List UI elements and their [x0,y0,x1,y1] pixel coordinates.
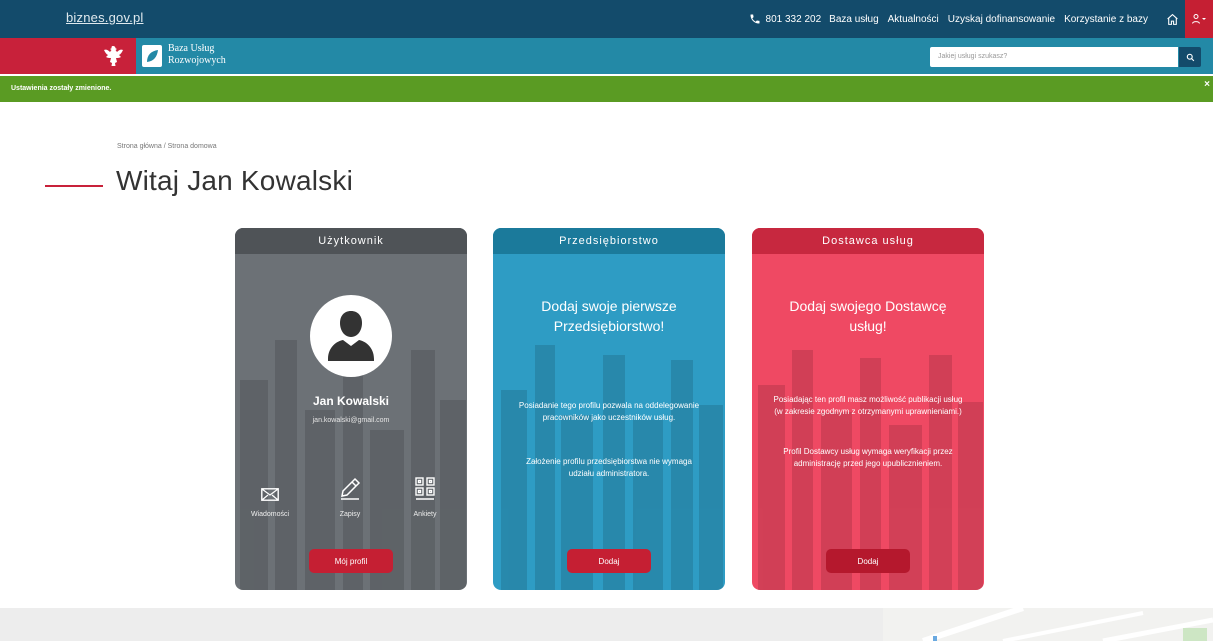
home-icon [1166,13,1178,25]
notification-text: Ustawienia zostały zmienione. [11,85,112,92]
messages-link[interactable]: Wiadomości [240,475,300,518]
map-image [883,608,1213,641]
nav-aktualnosci[interactable]: Aktualności [888,14,939,25]
enterprise-card: Przedsiębiorstwo Dodaj swoje pierwsze Pr… [493,228,725,590]
page-title: Witaj Jan Kowalski [116,165,354,196]
provider-card-header: Dostawca usług [752,228,984,254]
qr-grid-icon [415,477,435,500]
enterprise-card-text-1: Posiadanie tego profilu pozwala na oddel… [518,401,700,422]
user-email: jan.kowalski@gmail.com [312,417,390,424]
add-enterprise-button[interactable]: Dodaj [567,549,651,573]
enterprise-card-heading: Dodaj swoje pierwsze Przedsiębiorstwo! [541,298,677,334]
enrollments-link[interactable]: Zapisy [320,475,380,518]
home-button[interactable] [1159,0,1185,38]
user-card: Użytkownik Jan Kowalski jan.kowalski@gma… [235,228,467,590]
provider-card: Dostawca usług Dodaj swojego Dostawcę us… [752,228,984,590]
nav-korzystanie[interactable]: Korzystanie z bazy [1064,14,1148,25]
provider-card-heading: Dodaj swojego Dostawcę usług! [789,298,947,334]
close-icon[interactable]: × [1204,79,1210,90]
enterprise-card-text-2: Założenie profilu przedsiębiorstwa nie w… [526,457,692,478]
phone-number: 801 332 202 [765,13,822,25]
footer-map-strip [0,608,1213,641]
add-provider-button[interactable]: Dodaj [826,549,910,573]
bur-logo-icon [142,45,162,67]
user-name: Jan Kowalski [312,394,390,408]
search-button[interactable] [1179,47,1201,67]
top-bar: biznes.gov.pl 801 332 202 Baza usług Akt… [0,0,1213,38]
brand-link[interactable]: biznes.gov.pl [66,10,144,25]
enterprise-card-header: Przedsiębiorstwo [493,228,725,254]
provider-card-text-2: Profil Dostawcy usług wymaga weryfikacji… [783,447,953,468]
header-bar: Baza Usług Rozwojowych Jakiej usługi szu… [0,38,1213,74]
nav-dofinansowanie[interactable]: Uzyskaj dofinansowanie [948,14,1055,25]
user-icon [1192,14,1206,24]
user-avatar-icon [328,311,374,361]
envelope-icon [261,488,279,501]
notification-bar: Ustawienia zostały zmienione. × [0,76,1213,102]
search-input[interactable]: Jakiej usługi szukasz? [930,47,1178,67]
eagle-emblem-icon [104,46,123,66]
breadcrumb[interactable]: Strona główna / Strona domowa [117,143,217,150]
pencil-icon [341,477,361,500]
nav-baza-uslug[interactable]: Baza usług [829,14,878,25]
top-nav: 801 332 202 Baza usług Aktualności Uzysk… [749,0,1213,38]
title-accent-line [45,185,103,187]
provider-card-text-1: Posiadając ten profil masz możliwość pub… [773,395,963,416]
user-menu-button[interactable] [1185,0,1213,38]
phone-icon [750,14,760,24]
avatar [310,295,392,377]
search-icon [1186,53,1194,61]
user-card-header: Użytkownik [235,228,467,254]
my-profile-button[interactable]: Mój profil [309,549,393,573]
phone-link[interactable]: 801 332 202 [749,13,822,25]
surveys-link[interactable]: Ankiety [395,475,455,518]
bur-logo-text[interactable]: Baza Usług Rozwojowych [168,43,226,67]
